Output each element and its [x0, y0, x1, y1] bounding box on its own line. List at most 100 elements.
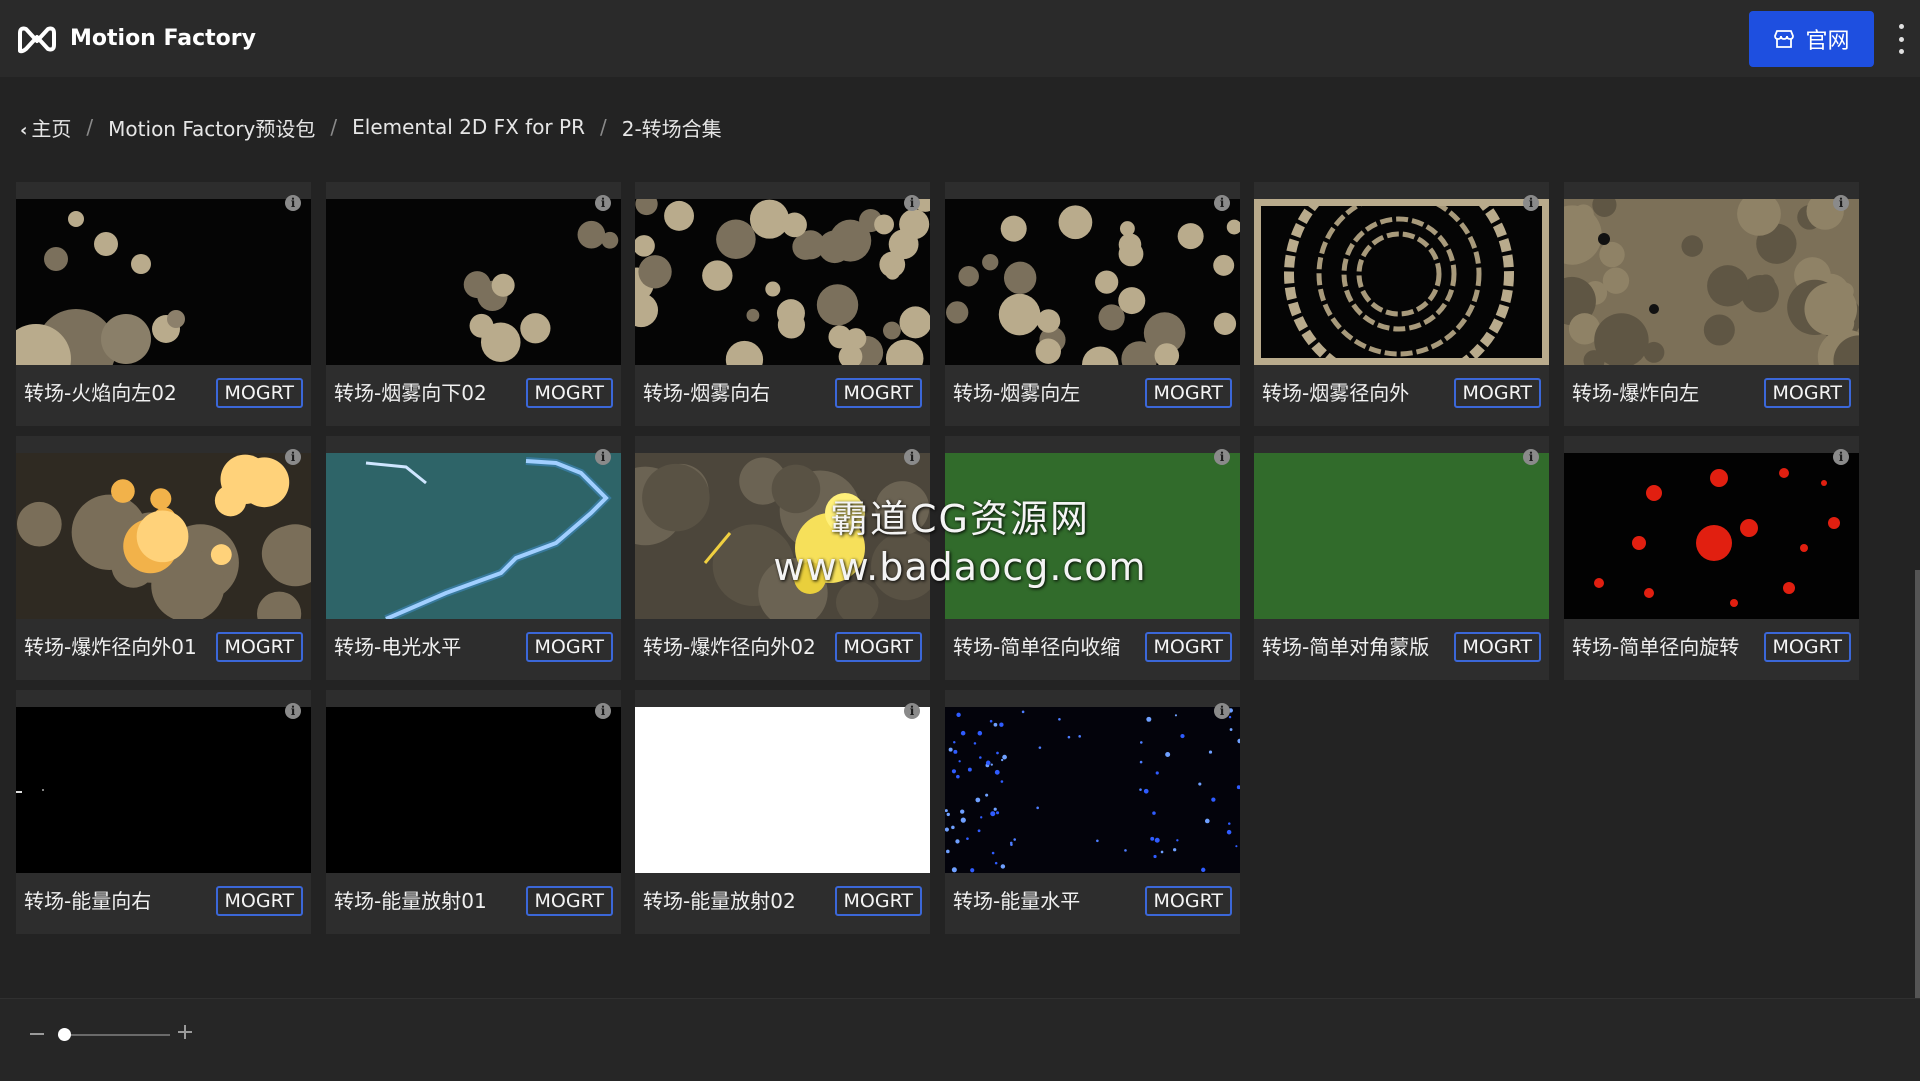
info-icon[interactable]: i [595, 449, 611, 465]
breadcrumb-home[interactable]: ‹ 主页 [20, 113, 71, 142]
official-site-label: 官网 [1805, 29, 1850, 54]
info-icon[interactable]: i [1214, 703, 1230, 719]
preset-name: 转场-简单对角蒙版 [1262, 635, 1430, 659]
scrollbar[interactable] [1915, 570, 1920, 1000]
mogrt-badge: MOGRT [525, 378, 613, 408]
preset-thumbnail[interactable] [635, 707, 930, 873]
preset-card[interactable]: i 转场-简单对角蒙版 MOGRT [1254, 436, 1549, 680]
preset-card[interactable]: i 转场-能量放射01 MOGRT [326, 690, 621, 934]
zoom-out-icon[interactable] [30, 1033, 44, 1035]
footer-bar [0, 998, 1920, 1081]
preset-card[interactable]: i 转场-能量水平 MOGRT [945, 690, 1240, 934]
preset-name: 转场-电光水平 [334, 635, 462, 659]
zoom-slider[interactable] [58, 1034, 170, 1036]
preset-name: 转场-爆炸径向外01 [24, 635, 197, 659]
store-icon [1774, 30, 1795, 48]
info-icon[interactable]: i [904, 195, 920, 211]
mogrt-badge: MOGRT [834, 378, 922, 408]
preset-card[interactable]: i 转场-烟雾向左 MOGRT [945, 182, 1240, 426]
mogrt-badge: MOGRT [1453, 632, 1541, 662]
motion-factory-logo[interactable] [16, 23, 58, 55]
preset-name: 转场-烟雾向下02 [334, 381, 487, 405]
info-icon[interactable]: i [904, 703, 920, 719]
mogrt-badge: MOGRT [1144, 886, 1232, 916]
info-icon[interactable]: i [1523, 195, 1539, 211]
breadcrumb-separator: / [86, 115, 94, 139]
mogrt-badge: MOGRT [215, 378, 303, 408]
mogrt-badge: MOGRT [1144, 632, 1232, 662]
breadcrumb: ‹ 主页 / Motion Factory预设包 / Elemental 2D F… [20, 110, 722, 144]
mogrt-badge: MOGRT [525, 632, 613, 662]
preset-thumbnail[interactable] [16, 707, 311, 873]
info-icon[interactable]: i [1523, 449, 1539, 465]
mogrt-badge: MOGRT [1144, 378, 1232, 408]
watermark-line-2: www.badaocg.com [773, 545, 1147, 589]
mogrt-badge: MOGRT [215, 886, 303, 916]
preset-name: 转场-简单径向旋转 [1572, 635, 1740, 659]
info-icon[interactable]: i [1833, 195, 1849, 211]
preset-thumbnail[interactable] [1564, 199, 1859, 365]
preset-thumbnail[interactable] [326, 199, 621, 365]
mogrt-badge: MOGRT [525, 886, 613, 916]
more-vertical-icon[interactable] [1896, 24, 1906, 54]
mogrt-badge: MOGRT [834, 632, 922, 662]
preset-card[interactable]: i 转场-简单径向旋转 MOGRT [1564, 436, 1859, 680]
chevron-left-icon: ‹ [20, 119, 28, 141]
zoom-in-icon[interactable] [178, 1025, 192, 1039]
breadcrumb-preset-pack[interactable]: Motion Factory预设包 [108, 113, 315, 142]
preset-thumbnail[interactable] [326, 453, 621, 619]
watermark-line-1: 霸道CG资源网 [830, 497, 1090, 541]
mogrt-badge: MOGRT [1763, 378, 1851, 408]
preset-thumbnail[interactable] [16, 199, 311, 365]
preset-card[interactable]: i 转场-电光水平 MOGRT [326, 436, 621, 680]
info-icon[interactable]: i [1833, 449, 1849, 465]
preset-name: 转场-能量放射01 [334, 889, 487, 913]
preset-thumbnail[interactable] [945, 199, 1240, 365]
preset-card[interactable]: i 转场-能量向右 MOGRT [16, 690, 311, 934]
preset-name: 转场-烟雾径向外 [1262, 381, 1410, 405]
preset-name: 转场-烟雾向右 [643, 381, 771, 405]
preset-card[interactable]: i 转场-烟雾径向外 MOGRT [1254, 182, 1549, 426]
top-bar: Motion Factory 官网 [0, 0, 1920, 77]
info-icon[interactable]: i [904, 449, 920, 465]
preset-name: 转场-爆炸径向外02 [643, 635, 816, 659]
app-title: Motion Factory [70, 26, 256, 51]
mogrt-badge: MOGRT [1763, 632, 1851, 662]
preset-card[interactable]: i 转场-爆炸向左 MOGRT [1564, 182, 1859, 426]
info-icon[interactable]: i [285, 703, 301, 719]
preset-name: 转场-能量向右 [24, 889, 152, 913]
breadcrumb-separator: / [599, 115, 607, 139]
info-icon[interactable]: i [1214, 449, 1230, 465]
preset-name: 转场-火焰向左02 [24, 381, 177, 405]
preset-thumbnail[interactable] [16, 453, 311, 619]
preset-name: 转场-能量水平 [953, 889, 1081, 913]
preset-thumbnail[interactable] [326, 707, 621, 873]
info-icon[interactable]: i [285, 195, 301, 211]
preset-name: 转场-简单径向收缩 [953, 635, 1121, 659]
official-site-button[interactable]: 官网 [1749, 11, 1874, 67]
preset-card[interactable]: i 转场-爆炸径向外01 MOGRT [16, 436, 311, 680]
preset-name: 转场-能量放射02 [643, 889, 796, 913]
mogrt-badge: MOGRT [1453, 378, 1541, 408]
info-icon[interactable]: i [1214, 195, 1230, 211]
info-icon[interactable]: i [595, 195, 611, 211]
preset-name: 转场-烟雾向左 [953, 381, 1081, 405]
breadcrumb-collection[interactable]: Elemental 2D FX for PR [352, 115, 585, 139]
breadcrumb-current: 2-转场合集 [621, 116, 722, 141]
preset-card[interactable]: i 转场-火焰向左02 MOGRT [16, 182, 311, 426]
preset-card[interactable]: i 转场-能量放射02 MOGRT [635, 690, 930, 934]
zoom-slider-handle[interactable] [57, 1028, 71, 1041]
info-icon[interactable]: i [595, 703, 611, 719]
mogrt-badge: MOGRT [215, 632, 303, 662]
mogrt-badge: MOGRT [834, 886, 922, 916]
preset-thumbnail[interactable] [1564, 453, 1859, 619]
preset-card[interactable]: i 转场-烟雾向右 MOGRT [635, 182, 930, 426]
preset-thumbnail[interactable] [945, 707, 1240, 873]
breadcrumb-separator: / [330, 115, 338, 139]
preset-thumbnail[interactable] [1254, 453, 1549, 619]
watermark: 霸道CG资源网 www.badaocg.com [750, 488, 1170, 589]
info-icon[interactable]: i [285, 449, 301, 465]
preset-card[interactable]: i 转场-烟雾向下02 MOGRT [326, 182, 621, 426]
preset-thumbnail[interactable] [1254, 199, 1549, 365]
preset-thumbnail[interactable] [635, 199, 930, 365]
